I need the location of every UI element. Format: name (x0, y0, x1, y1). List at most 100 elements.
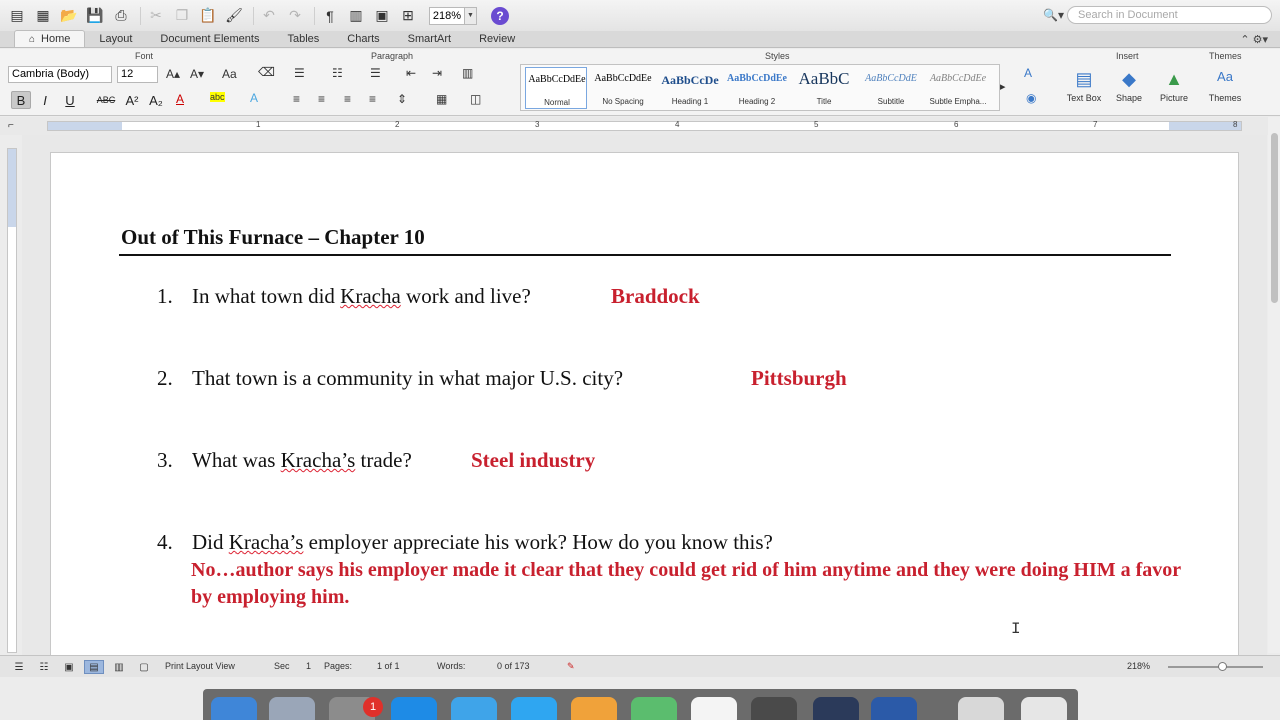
tab-tables[interactable]: Tables (273, 30, 333, 47)
draft-view-icon[interactable]: ☰ (9, 660, 29, 674)
font-size-select[interactable]: 12 (117, 66, 158, 83)
question-number: 3. (157, 448, 173, 472)
style-title[interactable]: AaBbC Title (793, 67, 855, 109)
launchpad-icon[interactable] (269, 697, 315, 720)
columns-icon[interactable]: ▥ (462, 66, 473, 80)
gallery-icon[interactable]: ▣ (371, 5, 393, 27)
maps-icon[interactable] (631, 697, 677, 720)
tab-review[interactable]: Review (465, 30, 529, 47)
strikethrough-button[interactable]: ABC (94, 91, 118, 109)
grow-font-icon[interactable]: A▴ (166, 67, 180, 81)
horizontal-ruler[interactable]: 1 2 3 4 5 6 7 8 (47, 120, 1242, 131)
vertical-scrollbar[interactable] (1268, 117, 1280, 653)
style-subtle-emphasis[interactable]: AaBbCcDdEe Subtle Empha... (927, 67, 989, 109)
shading-icon[interactable]: ▦ (436, 92, 447, 106)
themes-button[interactable]: Aa Themes (1199, 69, 1251, 103)
minimized-window-icon[interactable] (958, 697, 1004, 720)
print-icon[interactable]: ⎙ (110, 5, 132, 27)
open-icon[interactable]: 📂 (58, 5, 80, 27)
highlight-icon[interactable]: abc (210, 92, 225, 102)
help-icon[interactable]: ? (491, 6, 509, 25)
app-store-icon[interactable] (391, 697, 437, 720)
align-right-icon[interactable]: ≡ (344, 92, 351, 106)
templates-icon[interactable]: ▦ (32, 5, 54, 27)
focus-view-icon[interactable]: ▢ (134, 660, 154, 674)
tab-smartart[interactable]: SmartArt (394, 30, 465, 47)
undo-icon[interactable]: ↶ (258, 5, 280, 27)
subscript-button[interactable]: A₂ (146, 91, 166, 109)
zoom-field[interactable]: 218% (429, 6, 465, 25)
word-icon[interactable] (871, 697, 917, 720)
search-input[interactable]: Search in Document (1067, 6, 1272, 24)
question-text-part: Did (192, 530, 229, 554)
style-normal[interactable]: AaBbCcDdEe Normal (525, 67, 587, 109)
format-painter-icon[interactable]: 🖌 (223, 5, 245, 27)
line-spacing-icon[interactable]: ⇕ (397, 92, 407, 106)
underline-button[interactable]: U (60, 91, 80, 109)
borders-icon[interactable]: ◫ (470, 92, 481, 106)
change-case-icon[interactable]: Aa (222, 67, 237, 81)
calculator-icon[interactable] (751, 697, 797, 720)
sidebar-icon[interactable]: ▥ (345, 5, 367, 27)
font-color-icon[interactable]: A (176, 92, 184, 106)
font-name-select[interactable]: Cambria (Body) (8, 66, 112, 83)
proofing-icon[interactable]: ✎ (567, 661, 575, 672)
zoom-dropdown-icon[interactable]: ▼ (465, 6, 477, 25)
tab-charts[interactable]: Charts (333, 30, 393, 47)
trash-icon[interactable] (1021, 697, 1067, 720)
style-no-spacing[interactable]: AaBbCcDdEe No Spacing (592, 67, 654, 109)
style-pane-icon[interactable]: ◉ (1026, 91, 1036, 105)
ribbon-tabs: ⌂ Home Layout Document Elements Tables C… (0, 30, 1280, 48)
zoom-slider[interactable] (1168, 666, 1263, 668)
multilevel-list-icon[interactable]: ☰ (370, 66, 381, 80)
tab-home[interactable]: ⌂ Home (14, 30, 86, 47)
print-layout-view-icon[interactable]: ▤ (84, 660, 104, 674)
increase-indent-icon[interactable]: ⇥ (432, 66, 442, 80)
bullets-icon[interactable]: ☰ (294, 66, 305, 80)
numbering-icon[interactable]: ☷ (332, 66, 343, 80)
tab-document-elements[interactable]: Document Elements (146, 30, 273, 47)
bold-button[interactable]: B (11, 91, 31, 109)
zoom-slider-knob[interactable] (1218, 662, 1227, 671)
align-center-icon[interactable]: ≡ (318, 92, 325, 106)
notebook-view-icon[interactable]: ▥ (109, 660, 129, 674)
toolbox-icon[interactable]: ⊞ (397, 5, 419, 27)
show-formatting-icon[interactable]: ¶ (319, 5, 341, 27)
copy-icon[interactable]: ❐ (171, 5, 193, 27)
save-icon[interactable]: 💾 (84, 5, 106, 27)
document-page[interactable]: Out of This Furnace – Chapter 10 1. In w… (50, 152, 1239, 655)
cut-icon[interactable]: ✂ (145, 5, 167, 27)
themes-icon: Aa (1217, 69, 1233, 84)
shrink-font-icon[interactable]: A▾ (190, 67, 204, 81)
text-style-icon[interactable]: A (1024, 66, 1032, 80)
photos-icon[interactable] (571, 697, 617, 720)
scrollbar-thumb[interactable] (1271, 133, 1278, 303)
quicktime-icon[interactable] (813, 697, 859, 720)
tab-layout[interactable]: Layout (85, 30, 146, 47)
messages-icon[interactable] (511, 697, 557, 720)
redo-icon[interactable]: ↷ (284, 5, 306, 27)
paste-icon[interactable]: 📋 (197, 5, 219, 27)
justify-icon[interactable]: ≡ (369, 92, 376, 106)
text-effects-icon[interactable]: A (250, 91, 258, 105)
clear-formatting-icon[interactable]: ⌫ (258, 65, 275, 79)
new-document-icon[interactable]: ▤ (6, 5, 28, 27)
styles-next-icon[interactable]: ▸ (1000, 80, 1006, 93)
finder-icon[interactable] (211, 697, 257, 720)
italic-button[interactable]: I (35, 91, 55, 109)
style-heading-1[interactable]: AaBbCcDe Heading 1 (659, 67, 721, 109)
decrease-indent-icon[interactable]: ⇤ (406, 66, 416, 80)
align-left-icon[interactable]: ≡ (293, 92, 300, 106)
ribbon-collapse-icon[interactable]: ⌃ ⚙▾ (1240, 33, 1268, 46)
outline-view-icon[interactable]: ☷ (34, 660, 54, 674)
superscript-button[interactable]: A² (122, 91, 142, 109)
style-heading-2[interactable]: AaBbCcDdEe Heading 2 (726, 67, 788, 109)
vertical-ruler[interactable] (7, 148, 17, 653)
tab-stop-selector-icon[interactable]: ⌐ (8, 120, 14, 131)
safari-icon[interactable] (451, 697, 497, 720)
calendar-icon[interactable] (691, 697, 737, 720)
style-subtitle[interactable]: AaBbCcDdE Subtitle (860, 67, 922, 109)
publishing-view-icon[interactable]: ▣ (59, 660, 79, 674)
search-icon[interactable]: 🔍▾ (1043, 6, 1067, 24)
insert-picture-button[interactable]: ▲ Picture (1148, 69, 1200, 103)
